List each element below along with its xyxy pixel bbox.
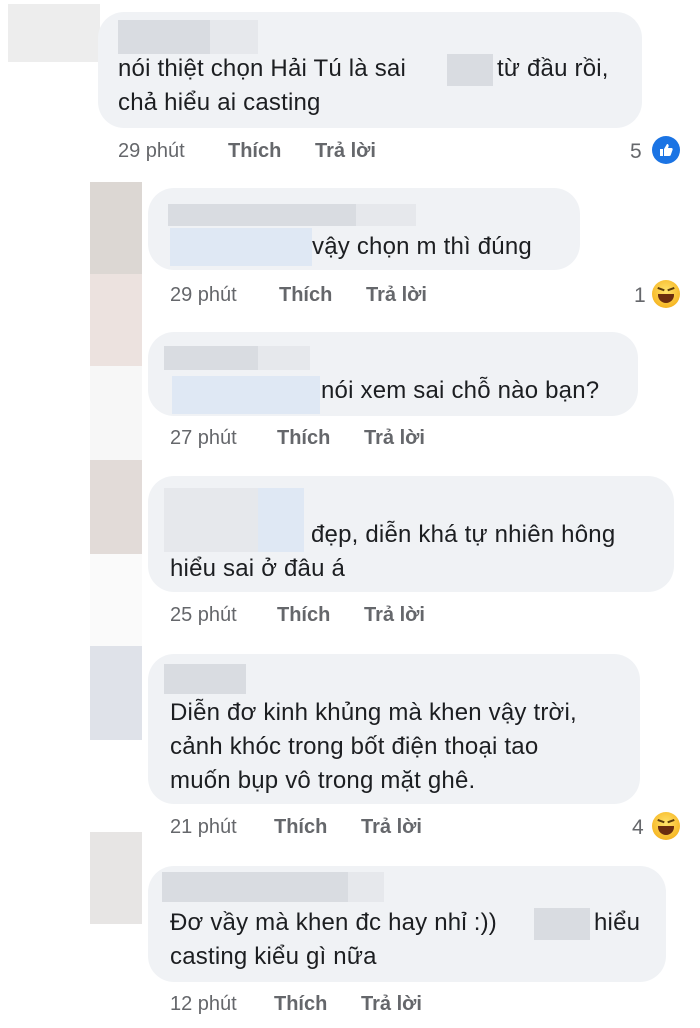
- redacted-author-name: [258, 346, 310, 370]
- redacted-author-name: [348, 872, 384, 902]
- comment-text: casting kiểu gì nữa: [170, 943, 377, 970]
- like-button[interactable]: Thích: [277, 427, 330, 450]
- comment-text: hiểu sai ở đâu á: [170, 555, 346, 582]
- avatar[interactable]: [8, 4, 100, 62]
- like-button[interactable]: Thích: [274, 993, 327, 1016]
- haha-icon[interactable]: [652, 812, 680, 840]
- redacted-author-name: [258, 488, 304, 552]
- comment-text: nói xem sai chỗ nào bạn?: [321, 377, 600, 404]
- reaction-count[interactable]: 4: [632, 816, 644, 840]
- reply-button[interactable]: Trả lời: [364, 427, 425, 450]
- comment-text: đẹp, diễn khá tự nhiên hông: [311, 521, 616, 548]
- redacted-author-name: [118, 20, 210, 54]
- comment-time[interactable]: 29 phút: [118, 140, 185, 163]
- comment-text: chả hiểu ai casting: [118, 89, 321, 116]
- comment-time[interactable]: 29 phút: [170, 284, 237, 307]
- reaction-count[interactable]: 1: [634, 284, 646, 308]
- avatar-thread-column: [90, 366, 142, 460]
- comment-text: từ đầu rồi,: [497, 55, 609, 82]
- redacted-author-name: [164, 664, 246, 694]
- comment-text: Đơ vầy mà khen đc hay nhỉ :)): [170, 909, 497, 936]
- reaction-count[interactable]: 5: [630, 140, 642, 164]
- comment-text: nói thiệt chọn Hải Tú là sai: [118, 55, 406, 82]
- avatar-thread-column: [90, 274, 142, 366]
- reply-button[interactable]: Trả lời: [366, 284, 427, 307]
- redacted-mention: [172, 376, 320, 414]
- redacted-author-name: [210, 20, 258, 54]
- comment-text: cảnh khóc trong bốt điện thoại tao: [170, 733, 539, 760]
- like-button[interactable]: Thích: [228, 140, 281, 163]
- like-button[interactable]: Thích: [279, 284, 332, 307]
- comment-text: muốn bụp vô trong mặt ghê.: [170, 767, 476, 794]
- like-button[interactable]: Thích: [274, 816, 327, 839]
- redacted-author-name: [168, 204, 356, 226]
- reply-button[interactable]: Trả lời: [361, 993, 422, 1016]
- redacted-mention: [170, 228, 312, 266]
- redacted-text: [447, 54, 493, 86]
- redacted-author-name: [164, 488, 258, 552]
- redacted-author-name: [356, 204, 416, 226]
- avatar-thread-column: [90, 554, 142, 646]
- reply-button[interactable]: Trả lời: [315, 140, 376, 163]
- comment-time[interactable]: 27 phút: [170, 427, 237, 450]
- haha-icon[interactable]: [652, 280, 680, 308]
- comment-text: Diễn đơ kinh khủng mà khen vậy trời,: [170, 699, 577, 726]
- avatar[interactable]: [90, 460, 142, 554]
- avatar[interactable]: [90, 646, 142, 740]
- redacted-author-name: [162, 872, 348, 902]
- like-icon[interactable]: [652, 136, 680, 164]
- avatar[interactable]: [90, 182, 142, 274]
- comment-text: hiểu: [594, 909, 641, 936]
- comment-time[interactable]: 25 phút: [170, 604, 237, 627]
- redacted-text: [534, 908, 590, 940]
- avatar[interactable]: [90, 832, 142, 924]
- reply-button[interactable]: Trả lời: [364, 604, 425, 627]
- reply-button[interactable]: Trả lời: [361, 816, 422, 839]
- comment-time[interactable]: 12 phút: [170, 993, 237, 1016]
- comment-text: vậy chọn m thì đúng: [312, 233, 532, 260]
- comment-time[interactable]: 21 phút: [170, 816, 237, 839]
- like-button[interactable]: Thích: [277, 604, 330, 627]
- redacted-author-name: [164, 346, 258, 370]
